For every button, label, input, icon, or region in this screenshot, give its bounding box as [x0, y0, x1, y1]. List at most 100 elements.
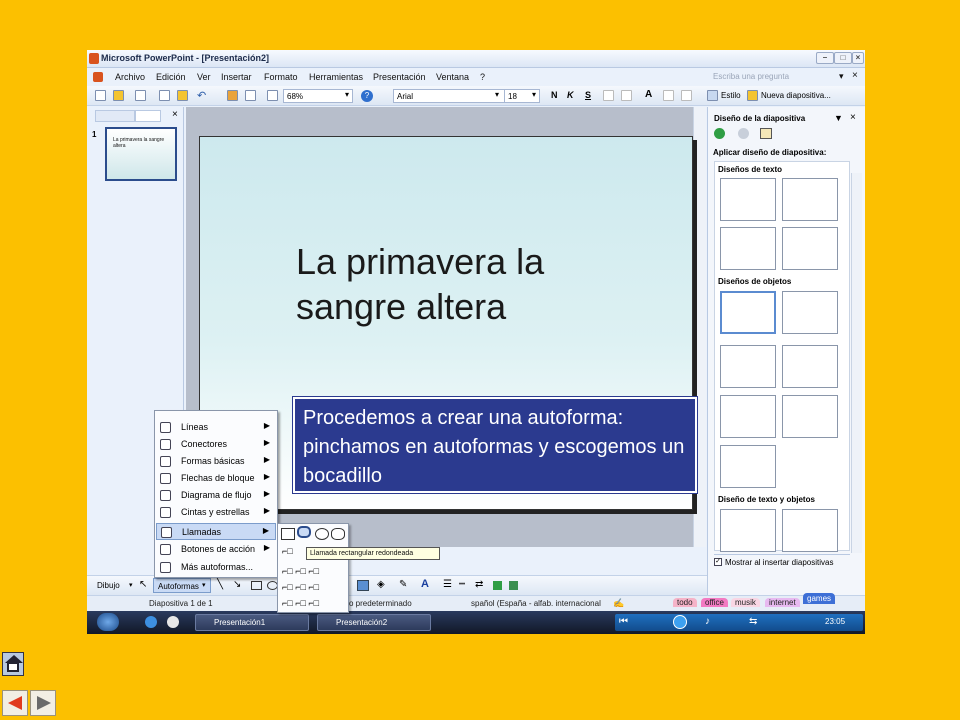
layout-two-content[interactable]	[782, 345, 838, 388]
menu-ver[interactable]: Ver	[197, 72, 211, 82]
grow-font-icon[interactable]: A	[645, 89, 652, 100]
font-color-icon[interactable]: A	[421, 578, 429, 590]
menu-presentacion[interactable]: Presentación	[373, 72, 426, 82]
menu-insertar[interactable]: Insertar	[221, 72, 252, 82]
home-pane-icon[interactable]	[760, 128, 772, 139]
layout-title-text[interactable]	[720, 227, 776, 270]
slide-thumbnail[interactable]: La primavera la sangre altera	[105, 127, 177, 181]
undo-icon[interactable]: ↶	[197, 89, 206, 102]
line-color-icon[interactable]: ✎	[399, 579, 407, 590]
network-icon[interactable]: ⇆	[749, 616, 757, 627]
tab-outline[interactable]	[95, 110, 135, 122]
menu-item-llamadas[interactable]: Llamadas ▶	[156, 523, 276, 540]
outdent-icon[interactable]	[681, 90, 692, 101]
media-icon[interactable]	[167, 616, 179, 628]
dash-style-icon[interactable]: ┅	[459, 579, 465, 590]
tab-internet[interactable]: internet	[765, 598, 800, 607]
zoom-select[interactable]: 68%	[283, 89, 353, 103]
menu-item-mas-autoformas[interactable]: Más autoformas...	[156, 559, 276, 576]
back-icon[interactable]	[714, 128, 725, 139]
menu-item-flechas[interactable]: Flechas de bloque ▶	[156, 470, 276, 487]
callout-oval-icon[interactable]	[315, 528, 329, 540]
arrow-tool-icon[interactable]: ↘	[233, 579, 241, 590]
tab-todo[interactable]: todo	[673, 598, 697, 607]
print-icon[interactable]	[135, 90, 146, 101]
callout-line3-icon[interactable]: ⌐□ ⌐□ ⌐□	[282, 582, 319, 592]
help-icon[interactable]: ?	[361, 90, 373, 102]
start-button[interactable]	[97, 613, 119, 631]
open-icon[interactable]	[113, 90, 124, 101]
style-button[interactable]: Estilo	[721, 91, 741, 100]
tab-games[interactable]: games	[803, 593, 836, 604]
ask-dropdown-icon[interactable]: ▾	[839, 71, 844, 82]
callout-line2-icon[interactable]: ⌐□ ⌐□ ⌐□	[282, 566, 319, 576]
menu-formato[interactable]: Formato	[264, 72, 298, 82]
task-presentacion2[interactable]: Presentación2	[317, 614, 431, 631]
layout-blank[interactable]	[720, 291, 776, 334]
layout-four-content[interactable]	[720, 395, 776, 438]
tab-office[interactable]: office	[701, 598, 728, 607]
arrow-style-icon[interactable]: ⇄	[475, 579, 483, 590]
layout-content[interactable]	[782, 291, 838, 334]
picture-icon[interactable]	[357, 580, 369, 591]
slide-title[interactable]: La primavera la sangre altera	[296, 239, 656, 329]
panel-close-icon[interactable]: ×	[172, 109, 178, 120]
copy-icon[interactable]	[159, 90, 170, 101]
forward-icon[interactable]	[738, 128, 749, 139]
next-slide-button[interactable]	[30, 690, 56, 716]
maximize-button[interactable]: □	[834, 52, 852, 64]
layout-two-column[interactable]	[782, 227, 838, 270]
play-icon[interactable]	[673, 615, 687, 629]
paste-icon[interactable]	[177, 90, 188, 101]
line-style-icon[interactable]: ☰	[443, 579, 452, 590]
menu-item-lineas[interactable]: Líneas ▶	[156, 419, 276, 436]
home-icon[interactable]	[2, 652, 24, 676]
bold-button[interactable]: N	[551, 90, 558, 100]
menu-item-diagrama-flujo[interactable]: Diagrama de flujo ▶	[156, 487, 276, 504]
callout-rounded-rect-icon[interactable]	[297, 526, 311, 538]
menu-herramientas[interactable]: Herramientas	[309, 72, 363, 82]
layouts-scrollbar[interactable]	[851, 173, 862, 553]
tab-slides[interactable]	[135, 110, 161, 122]
underline-button[interactable]: S	[585, 90, 591, 100]
align-center-icon[interactable]	[621, 90, 632, 101]
design-icon[interactable]	[707, 90, 718, 101]
menu-edicion[interactable]: Edición	[156, 72, 186, 82]
rectangle-tool-icon[interactable]	[251, 581, 262, 590]
indent-icon[interactable]	[663, 90, 674, 101]
new-slide-icon[interactable]	[747, 90, 758, 101]
callout-cloud-icon[interactable]	[331, 528, 345, 540]
show-on-insert-checkbox[interactable]: ✓	[714, 558, 722, 566]
shadow-icon[interactable]	[493, 581, 502, 590]
menu-item-formas-basicas[interactable]: Formas básicas ▶	[156, 453, 276, 470]
menu-archivo[interactable]: Archivo	[115, 72, 145, 82]
ask-question-input[interactable]: Escriba una pregunta	[709, 70, 849, 84]
menu-item-conectores[interactable]: Conectores ▶	[156, 436, 276, 453]
pane-options-icon[interactable]: ▼	[834, 113, 843, 123]
new-icon[interactable]	[95, 90, 106, 101]
spellcheck-icon[interactable]: ✍	[613, 598, 624, 609]
callout-rect-icon[interactable]	[281, 528, 295, 540]
draw-menu-button[interactable]: Dibujo	[97, 581, 120, 590]
pane-close-icon[interactable]: ×	[850, 112, 856, 123]
size-dropdown-icon[interactable]: ▾	[532, 90, 536, 99]
align-left-icon[interactable]	[603, 90, 614, 101]
layout-title-content[interactable]	[720, 345, 776, 388]
ie-icon[interactable]	[145, 616, 157, 628]
close-button[interactable]: ×	[852, 52, 864, 64]
layout-text-content[interactable]	[720, 509, 776, 552]
callout-line-icon[interactable]: ⌐□	[282, 546, 293, 556]
select-arrow-icon[interactable]: ↖	[139, 579, 147, 590]
layout-content-text[interactable]	[782, 509, 838, 552]
layout-six-content[interactable]	[720, 445, 776, 488]
layout-title-two-content[interactable]	[782, 395, 838, 438]
menu-ventana[interactable]: Ventana	[436, 72, 469, 82]
menu-item-botones-accion[interactable]: Botones de acción ▶	[156, 541, 276, 558]
fill-color-icon[interactable]: ◈	[377, 579, 385, 590]
menu-item-cintas-estrellas[interactable]: Cintas y estrellas ▶	[156, 504, 276, 521]
new-slide-button[interactable]: Nueva diapositiva...	[761, 91, 831, 100]
prev-track-icon[interactable]: ⏮	[619, 616, 628, 627]
zoom-dropdown-icon[interactable]: ▾	[345, 90, 349, 99]
draw-dropdown-icon[interactable]: ▾	[129, 581, 133, 589]
minimize-button[interactable]: –	[816, 52, 834, 64]
